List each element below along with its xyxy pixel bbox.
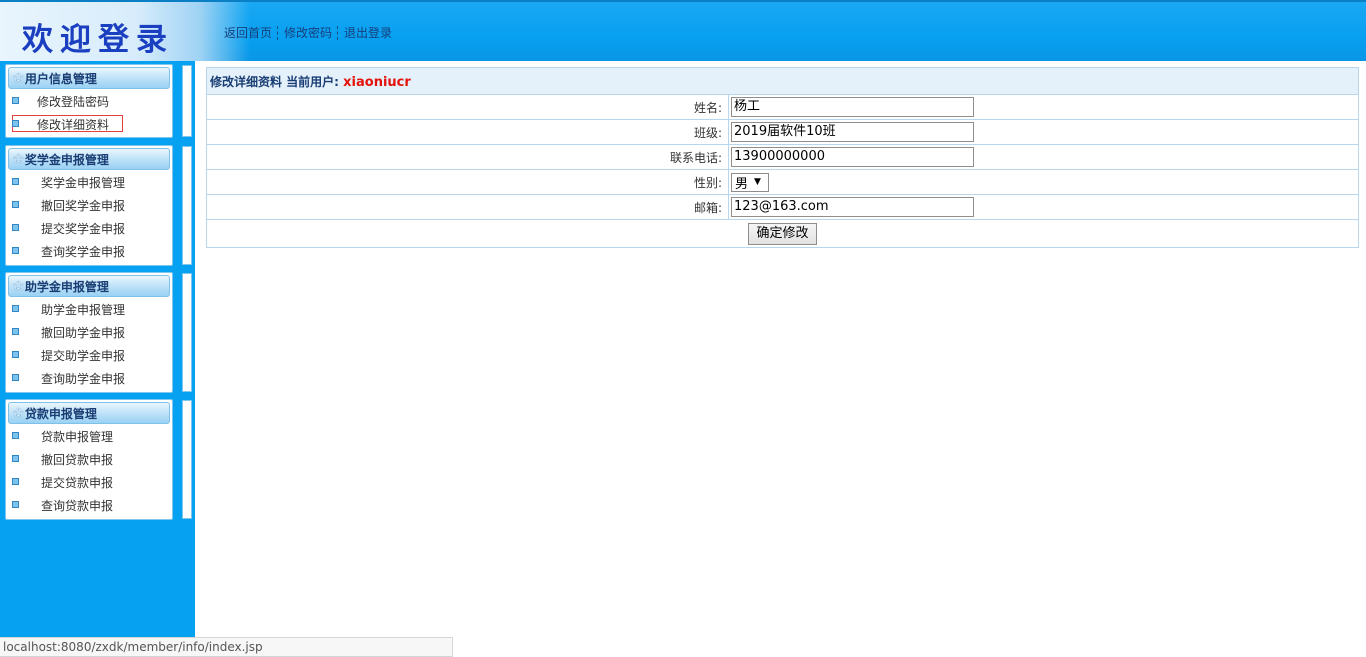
square-bullet-icon [12,97,19,104]
sidebar-item-label: 撤回贷款申报 [41,453,114,467]
sidebar-item-label: 奖学金申报管理 [41,176,126,190]
square-bullet-icon [12,201,19,208]
gender-select[interactable]: 男 ▼ [731,172,769,192]
current-username: xiaoniucr [343,74,411,90]
sidebar-item-grant-submit[interactable]: 提交助学金申报 [6,343,172,366]
class-label: 班级: [206,119,729,145]
name-input[interactable]: 杨工 [731,97,974,117]
browser-status-bar: localhost:8080/zxdk/member/info/index.js… [0,637,453,657]
email-label: 邮箱: [206,194,729,220]
sidebar-item-loan-query[interactable]: 查询贷款申报 [6,493,172,516]
class-input[interactable]: 2019届软件10班 [731,122,974,142]
menu-group-grant: ✩ 助学金申报管理 助学金申报管理 撤回助学金申报 提交助学金申报 查询助学金申… [5,272,192,393]
square-bullet-icon [12,305,19,312]
sidebar-item-label: 撤回助学金申报 [41,326,126,340]
sidebar-item-loan-submit[interactable]: 提交贷款申报 [6,470,172,493]
star-icon: ✩ [13,70,24,86]
confirm-edit-button[interactable]: 确定修改 [748,222,817,245]
menu-group-title[interactable]: ✩ 贷款申报管理 [8,402,170,424]
submit-row: 确定修改 [206,219,1359,248]
sidebar-item-label: 提交贷款申报 [41,476,114,490]
square-bullet-icon [12,478,19,485]
name-label: 姓名: [206,94,729,120]
square-bullet-icon [12,247,19,254]
dropdown-arrow-icon: ▼ [754,177,761,187]
sidebar-item-label: 查询助学金申报 [41,372,126,386]
phone-label: 联系电话: [206,144,729,170]
square-bullet-icon [12,224,19,231]
nav-separator [337,25,339,40]
sidebar-item-change-login-password[interactable]: 修改登陆密码 [6,89,172,112]
menu-group-title-text: 助学金申报管理 [24,279,109,294]
square-bullet-icon [12,501,19,508]
sidebar-item-label: 修改登陆密码 [37,95,110,109]
menu-group-title-text: 贷款申报管理 [24,406,97,421]
sidebar-item-label: 查询奖学金申报 [41,245,126,259]
menu-group-user-info: ✩ 用户信息管理 修改登陆密码 修改详细资料 [5,64,192,138]
sidebar-item-grant-manage[interactable]: 助学金申报管理 [6,297,172,320]
sidebar-item-label: 查询贷款申报 [41,499,114,513]
menu-group-title-text: 奖学金申报管理 [24,152,109,167]
logo-title: 欢迎登录 [22,22,174,58]
menu-scrollbar[interactable] [182,400,192,519]
sidebar-item-loan-withdraw[interactable]: 撤回贷款申报 [6,447,172,470]
gender-selected-value: 男 [735,176,749,192]
nav-home-link[interactable]: 返回首页 [224,24,272,41]
sidebar-item-label: 助学金申报管理 [41,303,126,317]
sidebar: ✩ 用户信息管理 修改登陆密码 修改详细资料 ✩ 奖学金申报管理 奖学金申报管理… [0,61,195,638]
menu-group-title[interactable]: ✩ 用户信息管理 [8,67,170,89]
form-heading-text: 修改详细资料 当前用户: [210,74,339,89]
sidebar-item-grant-withdraw[interactable]: 撤回助学金申报 [6,320,172,343]
sidebar-item-edit-details[interactable]: 修改详细资料 [6,112,172,135]
gender-label: 性别: [206,169,729,195]
menu-scrollbar[interactable] [182,273,192,392]
square-bullet-icon [12,455,19,462]
star-icon: ✩ [13,151,24,167]
sidebar-item-grant-query[interactable]: 查询助学金申报 [6,366,172,389]
nav-change-password-link[interactable]: 修改密码 [284,24,332,41]
sidebar-item-scholarship-manage[interactable]: 奖学金申报管理 [6,170,172,193]
sidebar-item-label: 贷款申报管理 [41,430,114,444]
email-input[interactable]: 123@163.com [731,197,974,217]
sidebar-item-loan-manage[interactable]: 贷款申报管理 [6,424,172,447]
sidebar-item-label: 撤回奖学金申报 [41,199,126,213]
sidebar-item-scholarship-withdraw[interactable]: 撤回奖学金申报 [6,193,172,216]
logo-area: 欢迎登录 [0,2,250,61]
nav-separator [277,25,279,40]
top-header: 欢迎登录 返回首页 修改密码 退出登录 [0,0,1366,61]
star-icon: ✩ [13,278,24,294]
star-icon: ✩ [13,405,24,421]
sidebar-item-label: 提交奖学金申报 [41,222,126,236]
square-bullet-icon [12,374,19,381]
menu-group-title-text: 用户信息管理 [24,71,97,86]
square-bullet-icon [12,328,19,335]
menu-group-scholarship: ✩ 奖学金申报管理 奖学金申报管理 撤回奖学金申报 提交奖学金申报 查询奖学金申… [5,145,192,266]
square-bullet-icon [12,178,19,185]
form-heading: 修改详细资料 当前用户: xiaoniucr [206,67,1359,95]
menu-group-title[interactable]: ✩ 奖学金申报管理 [8,148,170,170]
sidebar-item-scholarship-submit[interactable]: 提交奖学金申报 [6,216,172,239]
edit-details-form: 修改详细资料 当前用户: xiaoniucr 姓名: 杨工 班级: 2019届软… [206,67,1359,248]
sidebar-item-label: 修改详细资料 [37,118,110,132]
top-nav: 返回首页 修改密码 退出登录 [224,24,392,41]
square-bullet-icon [12,351,19,358]
menu-scrollbar[interactable] [182,146,192,265]
menu-group-loan: ✩ 贷款申报管理 贷款申报管理 撤回贷款申报 提交贷款申报 查询贷款申报 [5,399,192,520]
square-bullet-icon [12,120,19,127]
phone-input[interactable]: 13900000000 [731,147,974,167]
menu-scrollbar[interactable] [182,65,192,137]
menu-group-title[interactable]: ✩ 助学金申报管理 [8,275,170,297]
square-bullet-icon [12,432,19,439]
main-content: 修改详细资料 当前用户: xiaoniucr 姓名: 杨工 班级: 2019届软… [206,67,1359,248]
sidebar-item-label: 提交助学金申报 [41,349,126,363]
nav-logout-link[interactable]: 退出登录 [344,24,392,41]
sidebar-item-scholarship-query[interactable]: 查询奖学金申报 [6,239,172,262]
